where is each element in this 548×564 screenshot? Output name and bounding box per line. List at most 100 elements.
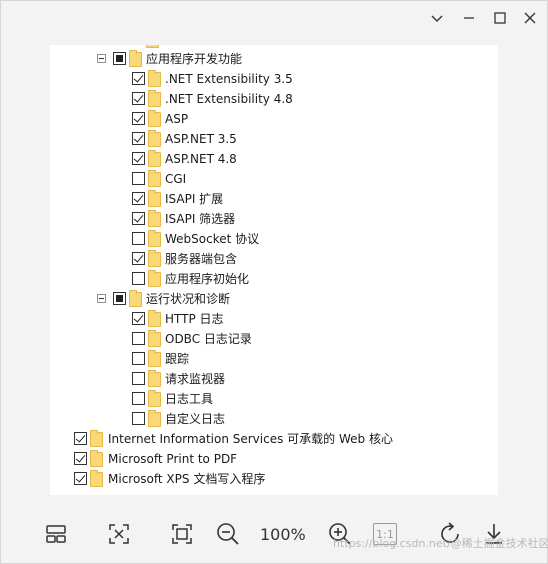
folder-icon: [129, 290, 142, 307]
tree-item-row[interactable]: ISAPI 扩展: [50, 189, 498, 209]
feature-label: .NET Extensibility 4.8: [165, 92, 293, 106]
feature-label: 请求监视器: [165, 372, 226, 386]
group-checkbox[interactable]: [113, 292, 126, 305]
tree-item-row[interactable]: 跟踪: [50, 349, 498, 369]
collapse-toggle-icon[interactable]: [97, 54, 106, 63]
tree-item-row[interactable]: 自定义日志: [50, 409, 498, 429]
tree-item-row[interactable]: 服务器端包含: [50, 249, 498, 269]
folder-icon: [148, 330, 161, 347]
close-icon[interactable]: [521, 9, 539, 27]
tree-item-row[interactable]: ASP: [50, 109, 498, 129]
feature-label: Microsoft Print to PDF: [108, 452, 238, 466]
feature-checkbox[interactable]: [132, 392, 145, 405]
tree-item-row[interactable]: ODBC 日志记录: [50, 329, 498, 349]
feature-label: ASP: [165, 112, 189, 126]
tree-item-row[interactable]: CGI: [50, 169, 498, 189]
image-canvas[interactable]: 应用程序开发功能 .NET Extensibility 3.5 .NET Exten…: [50, 45, 498, 495]
tree-root-row[interactable]: Microsoft Print to PDF: [50, 449, 498, 469]
feature-checkbox[interactable]: [132, 232, 145, 245]
feature-label: Microsoft XPS 文档写入程序: [108, 472, 266, 486]
feature-label: 日志工具: [165, 392, 214, 406]
folder-icon: [148, 270, 161, 287]
zoom-level: 100%: [260, 525, 306, 544]
feature-checkbox[interactable]: [132, 72, 145, 85]
feature-label: .NET Extensibility 3.5: [165, 72, 293, 86]
folder-icon: [148, 410, 161, 427]
feature-checkbox[interactable]: [74, 432, 87, 445]
folder-icon: [148, 250, 161, 267]
minimize-icon[interactable]: [460, 9, 478, 27]
tree-item-row[interactable]: .NET Extensibility 4.8: [50, 89, 498, 109]
folder-icon: [129, 50, 142, 67]
feature-checkbox[interactable]: [132, 312, 145, 325]
folder-icon: [148, 210, 161, 227]
group-checkbox[interactable]: [113, 52, 126, 65]
feature-label: CGI: [165, 172, 187, 186]
folder-icon: [148, 190, 161, 207]
tree-item-row[interactable]: ISAPI 筛选器: [50, 209, 498, 229]
tree-item-row[interactable]: 应用程序初始化: [50, 269, 498, 289]
feature-label: 应用程序初始化: [165, 272, 250, 286]
zoom-out-icon[interactable]: [215, 521, 241, 547]
folder-icon: [148, 370, 161, 387]
tree-item-row[interactable]: ASP.NET 4.8: [50, 149, 498, 169]
feature-checkbox[interactable]: [132, 272, 145, 285]
feature-checkbox[interactable]: [132, 332, 145, 345]
tree-item-row[interactable]: ASP.NET 3.5: [50, 129, 498, 149]
feature-label: 自定义日志: [165, 412, 226, 426]
tree-root-row[interactable]: Internet Information Services 可承载的 Web 核…: [50, 429, 498, 449]
folder-icon: [90, 430, 103, 447]
folder-icon: [148, 310, 161, 327]
thumbnail-layout-icon[interactable]: [43, 521, 69, 547]
folder-icon: [148, 110, 161, 127]
title-bar: [1, 1, 547, 35]
actual-size-icon[interactable]: [169, 521, 195, 547]
maximize-icon[interactable]: [491, 9, 509, 27]
folder-icon: [148, 90, 161, 107]
folder-icon: [90, 470, 103, 487]
feature-checkbox[interactable]: [132, 192, 145, 205]
group-label: 运行状况和诊断: [146, 292, 231, 306]
tree-item-row[interactable]: 请求监视器: [50, 369, 498, 389]
feature-checkbox[interactable]: [132, 92, 145, 105]
tree-item-row[interactable]: WebSocket 协议: [50, 229, 498, 249]
chevron-down-icon[interactable]: [428, 9, 446, 27]
folder-icon: [148, 150, 161, 167]
folder-icon: [148, 350, 161, 367]
feature-checkbox[interactable]: [74, 472, 87, 485]
feature-label: HTTP 日志: [165, 312, 224, 326]
fit-window-icon[interactable]: [106, 521, 132, 547]
tree-item-row[interactable]: .NET Extensibility 3.5: [50, 69, 498, 89]
feature-checkbox[interactable]: [74, 452, 87, 465]
tree-root-row[interactable]: Microsoft XPS 文档写入程序: [50, 469, 498, 489]
tree-item-row[interactable]: 日志工具: [50, 389, 498, 409]
feature-label: Internet Information Services 可承载的 Web 核…: [108, 432, 393, 446]
feature-checkbox[interactable]: [132, 412, 145, 425]
feature-label: ISAPI 扩展: [165, 192, 224, 206]
feature-checkbox[interactable]: [132, 152, 145, 165]
feature-label: 服务器端包含: [165, 252, 238, 266]
feature-checkbox[interactable]: [132, 172, 145, 185]
group-label: 应用程序开发功能: [146, 52, 243, 66]
feature-label: ASP.NET 4.8: [165, 152, 237, 166]
folder-icon: [148, 70, 161, 87]
folder-icon: [148, 390, 161, 407]
folder-icon: [148, 130, 161, 147]
feature-checkbox[interactable]: [132, 252, 145, 265]
folder-icon: [148, 230, 161, 247]
collapse-toggle-icon[interactable]: [97, 294, 106, 303]
feature-checkbox[interactable]: [132, 132, 145, 145]
tree-group-row[interactable]: 运行状况和诊断: [50, 289, 498, 309]
feature-label: ISAPI 筛选器: [165, 212, 236, 226]
watermark-text: https://blog.csdn.net/@稀土掘金技术社区: [333, 537, 548, 550]
folder-icon: [90, 450, 103, 467]
feature-checkbox[interactable]: [132, 112, 145, 125]
tree-group-row[interactable]: 应用程序开发功能: [50, 49, 498, 69]
feature-label: ODBC 日志记录: [165, 332, 252, 346]
feature-checkbox[interactable]: [132, 372, 145, 385]
image-viewer-window: 应用程序开发功能 .NET Extensibility 3.5 .NET Exten…: [0, 0, 548, 564]
tree-item-row[interactable]: HTTP 日志: [50, 309, 498, 329]
feature-checkbox[interactable]: [132, 212, 145, 225]
folder-icon: [148, 170, 161, 187]
feature-checkbox[interactable]: [132, 352, 145, 365]
